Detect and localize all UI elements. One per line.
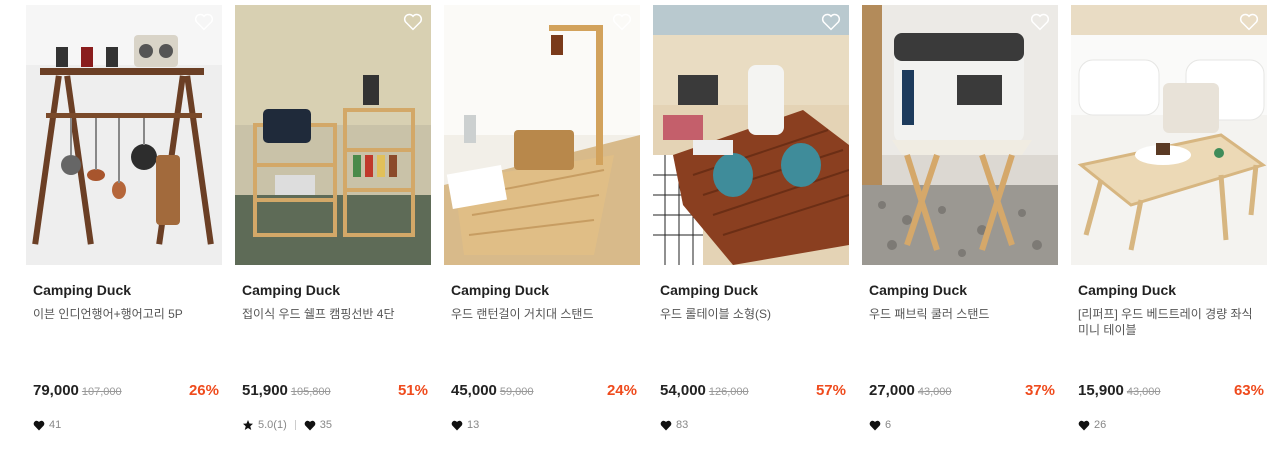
discount-rate: 51% [397,382,428,399]
original-price: 107,000 [81,386,122,398]
product-grid: Camping Duck 이븐 인디언행어+행어고리 5P 79,000 107,… [0,0,1273,450]
brand-name[interactable]: Camping Duck [242,282,340,298]
like-count: 26 [1094,419,1107,431]
folding-shelf-photo [235,5,431,265]
sale-price: 51,900 [242,382,288,399]
original-price: 59,000 [499,386,534,398]
product-card[interactable]: Camping Duck 이븐 인디언행어+행어고리 5P 79,000 107,… [26,5,222,445]
product-title[interactable]: 접이식 우드 쉘프 캠핑선반 4단 [242,306,428,322]
wishlist-heart-icon[interactable] [612,13,632,31]
original-price: 126,000 [708,386,749,398]
meta-divider [294,420,296,430]
product-card[interactable]: Camping Duck [리퍼프] 우드 베드트레이 경량 좌식 미니 테이블… [1071,5,1267,445]
roll-table-beach-photo [653,5,849,265]
original-price: 43,000 [1126,386,1161,398]
wishlist-heart-icon[interactable] [194,13,214,31]
product-meta: 83 [660,418,688,432]
heart-filled-icon [33,420,45,430]
brand-name[interactable]: Camping Duck [869,282,967,298]
wishlist-heart-icon[interactable] [403,13,423,31]
product-meta: 41 [33,418,61,432]
bed-tray-photo [1071,5,1267,265]
product-meta: 26 [1078,418,1106,432]
like-count: 83 [676,419,689,431]
price-row: 27,000 43,000 37% [869,382,1055,402]
product-title[interactable]: 우드 롤테이블 소형(S) [660,306,846,322]
price-row: 15,900 43,000 63% [1078,382,1264,402]
product-title[interactable]: 이븐 인디언행어+행어고리 5P [33,306,219,322]
price-row: 79,000 107,000 26% [33,382,219,402]
product-card[interactable]: Camping Duck 접이식 우드 쉘프 캠핑선반 4단 51,900 105… [235,5,431,445]
heart-filled-icon [660,420,672,430]
hanger-rack-photo [26,5,222,265]
product-image[interactable] [862,5,1058,265]
like-count: 35 [319,419,332,431]
discount-rate: 37% [1024,382,1055,399]
wishlist-heart-icon[interactable] [1239,13,1259,31]
wishlist-heart-icon[interactable] [1030,13,1050,31]
price-row: 54,000 126,000 57% [660,382,846,402]
product-card[interactable]: Camping Duck 우드 랜턴걸이 거치대 스탠드 45,000 59,00… [444,5,640,445]
heart-filled-icon [1078,420,1090,430]
product-image[interactable] [26,5,222,265]
product-meta: 13 [451,418,479,432]
lantern-stand-photo [444,5,640,265]
star-filled-icon [243,420,253,430]
discount-rate: 63% [1233,382,1264,399]
rating-score: 5.0(1) [258,419,287,431]
product-meta: 5.0(1) 35 [242,418,332,432]
product-image[interactable] [653,5,849,265]
brand-name[interactable]: Camping Duck [660,282,758,298]
price-row: 51,900 105,800 51% [242,382,428,402]
product-title[interactable]: 우드 랜턴걸이 거치대 스탠드 [451,306,637,322]
like-count: 41 [49,419,62,431]
like-count: 13 [467,419,480,431]
like-count: 6 [885,419,892,431]
product-card[interactable]: Camping Duck 우드 롤테이블 소형(S) 54,000 126,000… [653,5,849,445]
product-title[interactable]: [리퍼프] 우드 베드트레이 경량 좌식 미니 테이블 [1078,306,1264,338]
sale-price: 54,000 [660,382,706,399]
heart-filled-icon [451,420,463,430]
price-row: 45,000 59,000 24% [451,382,637,402]
product-card[interactable]: Camping Duck 우드 패브릭 쿨러 스탠드 27,000 43,000 … [862,5,1058,445]
sale-price: 79,000 [33,382,79,399]
discount-rate: 26% [188,382,219,399]
product-image[interactable] [444,5,640,265]
heart-filled-icon [304,420,316,430]
wishlist-heart-icon[interactable] [821,13,841,31]
product-image[interactable] [235,5,431,265]
discount-rate: 24% [606,382,637,399]
brand-name[interactable]: Camping Duck [33,282,131,298]
sale-price: 15,900 [1078,382,1124,399]
product-meta: 6 [869,418,891,432]
sale-price: 45,000 [451,382,497,399]
original-price: 43,000 [917,386,952,398]
brand-name[interactable]: Camping Duck [1078,282,1176,298]
brand-name[interactable]: Camping Duck [451,282,549,298]
discount-rate: 57% [815,382,846,399]
product-title[interactable]: 우드 패브릭 쿨러 스탠드 [869,306,1055,322]
heart-filled-icon [869,420,881,430]
cooler-stand-photo [862,5,1058,265]
sale-price: 27,000 [869,382,915,399]
product-image[interactable] [1071,5,1267,265]
original-price: 105,800 [290,386,331,398]
